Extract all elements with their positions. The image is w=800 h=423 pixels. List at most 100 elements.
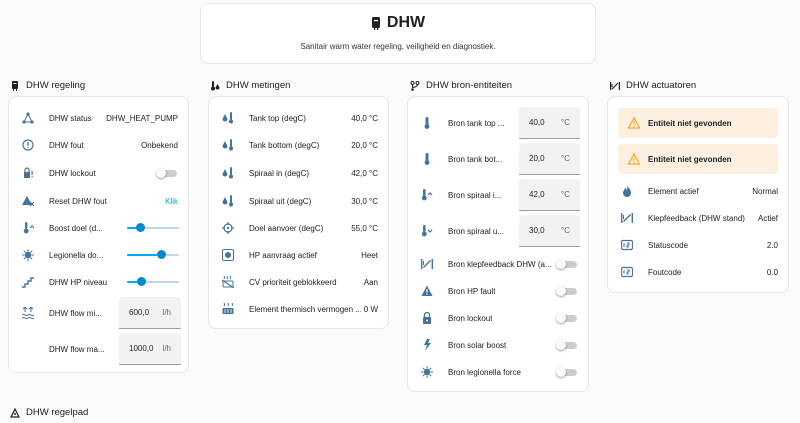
source-branch-icon: [410, 80, 420, 91]
bron-toggle[interactable]: [556, 313, 578, 323]
bron-number-input[interactable]: 40,0 °C: [519, 107, 580, 139]
hp-niveau-slider[interactable]: [127, 277, 179, 287]
numeric-box-icon: [620, 265, 634, 279]
header-card: DHW Sanitair warm water regeling, veilig…: [200, 3, 596, 64]
section-title-text: DHW bron-entiteiten: [426, 80, 513, 91]
thermometer-water-icon: [211, 80, 220, 90]
warning-icon: [628, 117, 640, 129]
bron-number-input[interactable]: 30,0 °C: [519, 215, 580, 247]
bron-number-input[interactable]: 20,0 °C: [519, 143, 580, 175]
valve-icon: [420, 257, 434, 271]
meting-label: HP aanvraag actief: [249, 250, 317, 260]
reset-button[interactable]: Klik: [165, 197, 178, 206]
reset-label: Reset DHW fout: [49, 196, 107, 206]
bron-number-label: Bron spiraal i...: [448, 190, 502, 200]
actuator-value: Actief: [757, 213, 778, 223]
lockout-toggle[interactable]: [156, 168, 178, 178]
section-title-metingen: DHW metingen: [210, 80, 290, 91]
section-title-actuatoren: DHW actuatoren: [610, 80, 696, 91]
boost-row: Boost doel (d...: [9, 221, 188, 235]
lock-alert-icon: [21, 166, 35, 180]
meting-row: Spiraal uit (degC) 30,0 °C: [209, 194, 388, 208]
actuator-label: Foutcode: [648, 267, 682, 277]
meting-row: Element thermisch vermogen ... 0 W: [209, 302, 388, 316]
bron-toggle[interactable]: [556, 259, 578, 269]
meting-value: 0 W: [363, 304, 378, 314]
meting-label: Element thermisch vermogen ...: [249, 304, 361, 314]
bron-toggle-label: Bron legionella force: [448, 367, 521, 377]
thermometer-water-icon: [221, 138, 235, 152]
page-title: DHW: [386, 14, 426, 31]
section-title-text: DHW regelpad: [26, 407, 89, 418]
section-title-text: DHW metingen: [226, 80, 291, 91]
bron-toggle[interactable]: [556, 286, 578, 296]
warning-text: Entiteit niet gevonden: [648, 118, 732, 128]
status-label: DHW status: [49, 113, 92, 123]
meting-row: Doel aanvoer (degC) 55,0 °C: [209, 221, 388, 235]
lockout-row: DHW lockout: [9, 166, 188, 180]
radiator-icon: [221, 302, 235, 316]
fout-label: DHW fout: [49, 140, 84, 150]
crosshairs-icon: [221, 221, 235, 235]
bron-toggle-row: Bron legionella force: [408, 365, 588, 379]
bron-number-value: 40,0: [529, 118, 545, 127]
bron-number-label: Bron tank bot...: [448, 154, 503, 164]
bron-toggle-label: Bron HP fault: [448, 286, 496, 296]
waves-arrow-up-icon: [21, 306, 35, 320]
thermometer-water-icon: [221, 194, 235, 208]
thermometer-icon: [420, 152, 434, 166]
fire-icon: [620, 184, 634, 198]
meting-value: Heet: [361, 250, 378, 260]
meting-row: CV prioriteit geblokkeerd Aan: [209, 275, 388, 289]
bron-number-unit: °C: [561, 226, 570, 235]
entity-not-found-warning: Entiteit niet gevonden: [618, 144, 778, 174]
bron-toggle[interactable]: [556, 367, 578, 377]
reset-row: Reset DHW fout Klik: [9, 194, 188, 208]
actuatoren-card: Entiteit niet gevonden Entiteit niet gev…: [607, 96, 789, 293]
fout-row: DHW fout Onbekend: [9, 138, 188, 152]
actuator-value: 0.0: [766, 267, 778, 277]
bron-toggle[interactable]: [556, 340, 578, 350]
meting-value: 20,0 °C: [351, 140, 378, 150]
flow-max-input[interactable]: 1000,0 l/h: [119, 333, 181, 365]
legionella-label: Legionella do...: [49, 250, 104, 260]
flow-max-row: DHW flow ma... 1000,0 l/h: [9, 333, 188, 365]
state-machine-icon: [21, 111, 35, 125]
solar-power-icon: [420, 338, 434, 352]
meting-row: Spiraal in (degC) 42,0 °C: [209, 166, 388, 180]
boost-label: Boost doel (d...: [49, 223, 103, 233]
thermometer-chevron-up-icon: [420, 188, 434, 202]
entity-not-found-warning: Entiteit niet gevonden: [618, 108, 778, 138]
section-title-bron: DHW bron-entiteiten: [410, 80, 512, 91]
flow-min-input[interactable]: 600,0 l/h: [119, 297, 181, 329]
valve-icon: [620, 211, 634, 225]
bacteria-icon: [420, 365, 434, 379]
section-title-regeling: DHW regeling: [10, 80, 85, 91]
header-title-row: DHW: [201, 14, 595, 32]
thermometer-water-icon: [221, 166, 235, 180]
meting-label: Spiraal in (degC): [249, 168, 310, 178]
meting-row: Tank bottom (degC) 20,0 °C: [209, 138, 388, 152]
bron-toggle-row: Bron solar boost: [408, 338, 588, 352]
status-row: DHW status DHW_HEAT_PUMP: [9, 111, 188, 125]
bron-toggle-label: Bron klepfeedback DHW (a...: [448, 259, 552, 269]
actuator-label: Statuscode: [648, 240, 689, 250]
flow-min-row: DHW flow mi... 600,0 l/h: [9, 297, 188, 329]
warning-icon: [628, 153, 640, 165]
actuator-row: Klepfeedback (DHW stand) Actief: [608, 211, 788, 225]
meting-value: 55,0 °C: [351, 223, 378, 233]
flow-min-value: 600,0: [129, 308, 150, 317]
meting-value: Aan: [363, 277, 378, 287]
valve-icon: [610, 81, 620, 90]
flow-max-unit: l/h: [162, 344, 171, 353]
bron-number-input[interactable]: 42,0 °C: [519, 179, 580, 211]
bron-toggle-label: Bron lockout: [448, 313, 493, 323]
numeric-box-icon: [620, 238, 634, 252]
flow-min-unit: l/h: [162, 308, 171, 317]
legionella-slider[interactable]: [127, 250, 179, 260]
bron-number-value: 20,0: [529, 154, 545, 163]
actuator-label: Element actief: [648, 186, 699, 196]
radiator-off-icon: [221, 275, 235, 289]
legionella-row: Legionella do...: [9, 248, 188, 262]
boost-slider[interactable]: [127, 223, 179, 233]
